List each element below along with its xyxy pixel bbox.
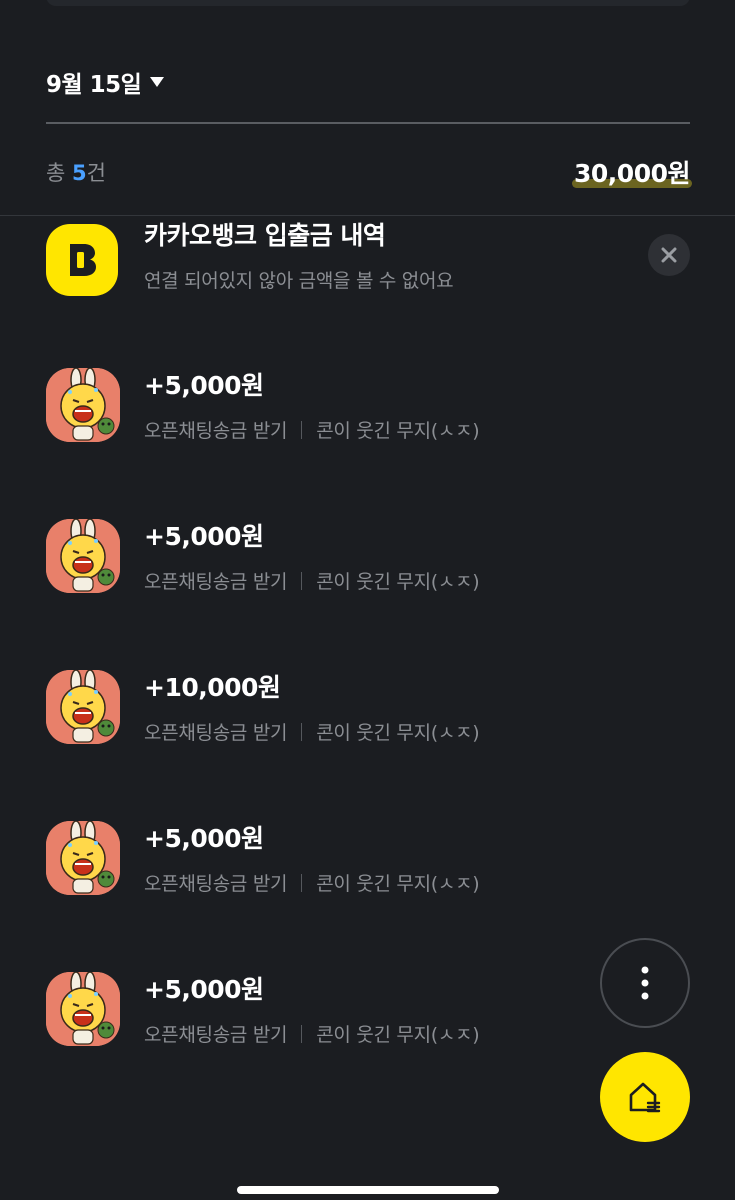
total-amount-text: 30,000원 [574,159,690,188]
transaction-type: 오픈채팅송금 받기 [144,571,288,593]
caret-down-icon [149,74,165,90]
meta-separator [301,1024,303,1043]
transaction-count: 총 5건 [46,157,106,187]
transaction-type: 오픈채팅송금 받기 [144,873,288,895]
summary-row: 총 5건 30,000원 [46,150,692,194]
transaction-type: 오픈채팅송금 받기 [144,1024,288,1046]
transaction-row[interactable]: +10,000원 오픈채팅송금 받기 콘이 웃긴 무지(ㅅㅈ) [46,662,690,813]
transaction-sender: 콘이 웃긴 무지(ㅅㅈ) [316,420,480,442]
count-prefix: 총 [46,161,72,185]
more-vertical-icon [641,966,649,1000]
meta-separator [301,571,303,590]
date-selector[interactable]: 9월 15일 [46,62,165,102]
transaction-row[interactable]: +5,000원 오픈채팅송금 받기 콘이 웃긴 무지(ㅅㅈ) [46,813,690,964]
meta-separator [301,873,303,892]
transaction-history-screen: 9월 15일 총 5건 30,000원 카카오뱅크 입출금 내역 연결 되어있지… [0,0,735,1200]
transaction-sender: 콘이 웃긴 무지(ㅅㅈ) [316,873,480,895]
home-button[interactable] [600,1052,690,1142]
total-amount: 30,000원 [572,154,692,190]
transaction-sender: 콘이 웃긴 무지(ㅅㅈ) [316,571,480,593]
transaction-meta: 오픈채팅송금 받기 콘이 웃긴 무지(ㅅㅈ) [144,567,480,594]
date-label: 9월 15일 [46,72,142,98]
transaction-amount: +10,000원 [144,673,281,702]
home-indicator[interactable] [237,1186,499,1194]
transaction-meta: 오픈채팅송금 받기 콘이 웃긴 무지(ㅅㅈ) [144,718,480,745]
transaction-amount: +5,000원 [144,824,264,853]
transaction-type: 오픈채팅송금 받기 [144,420,288,442]
transaction-row[interactable]: +5,000원 오픈채팅송금 받기 콘이 웃긴 무지(ㅅㅈ) [46,511,690,662]
avatar [46,670,120,744]
kakaobank-title: 카카오뱅크 입출금 내역 [144,221,386,250]
home-icon [629,1082,661,1113]
transaction-type: 오픈채팅송금 받기 [144,722,288,744]
count-value: 5 [72,161,87,185]
top-card-edge [46,0,690,6]
transaction-sender: 콘이 웃긴 무지(ㅅㅈ) [316,722,480,744]
transaction-row[interactable]: +5,000원 오픈채팅송금 받기 콘이 웃긴 무지(ㅅㅈ) [46,964,690,1115]
meta-separator [301,420,303,439]
avatar [46,821,120,895]
kakaobank-subtitle: 연결 되어있지 않아 금액을 볼 수 없어요 [144,270,454,292]
kakaobank-notice[interactable]: 카카오뱅크 입출금 내역 연결 되어있지 않아 금액을 볼 수 없어요 [46,216,690,316]
count-suffix: 건 [86,161,106,185]
transaction-list: +5,000원 오픈채팅송금 받기 콘이 웃긴 무지(ㅅㅈ) +5,000원 오… [46,360,690,1115]
transaction-meta: 오픈채팅송금 받기 콘이 웃긴 무지(ㅅㅈ) [144,1020,480,1047]
avatar [46,972,120,1046]
avatar [46,368,120,442]
transaction-meta: 오픈채팅송금 받기 콘이 웃긴 무지(ㅅㅈ) [144,869,480,896]
transaction-row[interactable]: +5,000원 오픈채팅송금 받기 콘이 웃긴 무지(ㅅㅈ) [46,360,690,511]
header-divider [46,122,690,124]
transaction-amount: +5,000원 [144,975,264,1004]
transaction-sender: 콘이 웃긴 무지(ㅅㅈ) [316,1024,480,1046]
transaction-meta: 오픈채팅송금 받기 콘이 웃긴 무지(ㅅㅈ) [144,416,480,443]
meta-separator [301,722,303,741]
transaction-amount: +5,000원 [144,522,264,551]
avatar [46,519,120,593]
more-options-button[interactable] [600,938,690,1028]
kakaobank-logo-icon [46,224,118,296]
transaction-amount: +5,000원 [144,371,264,400]
close-icon[interactable] [648,234,690,276]
